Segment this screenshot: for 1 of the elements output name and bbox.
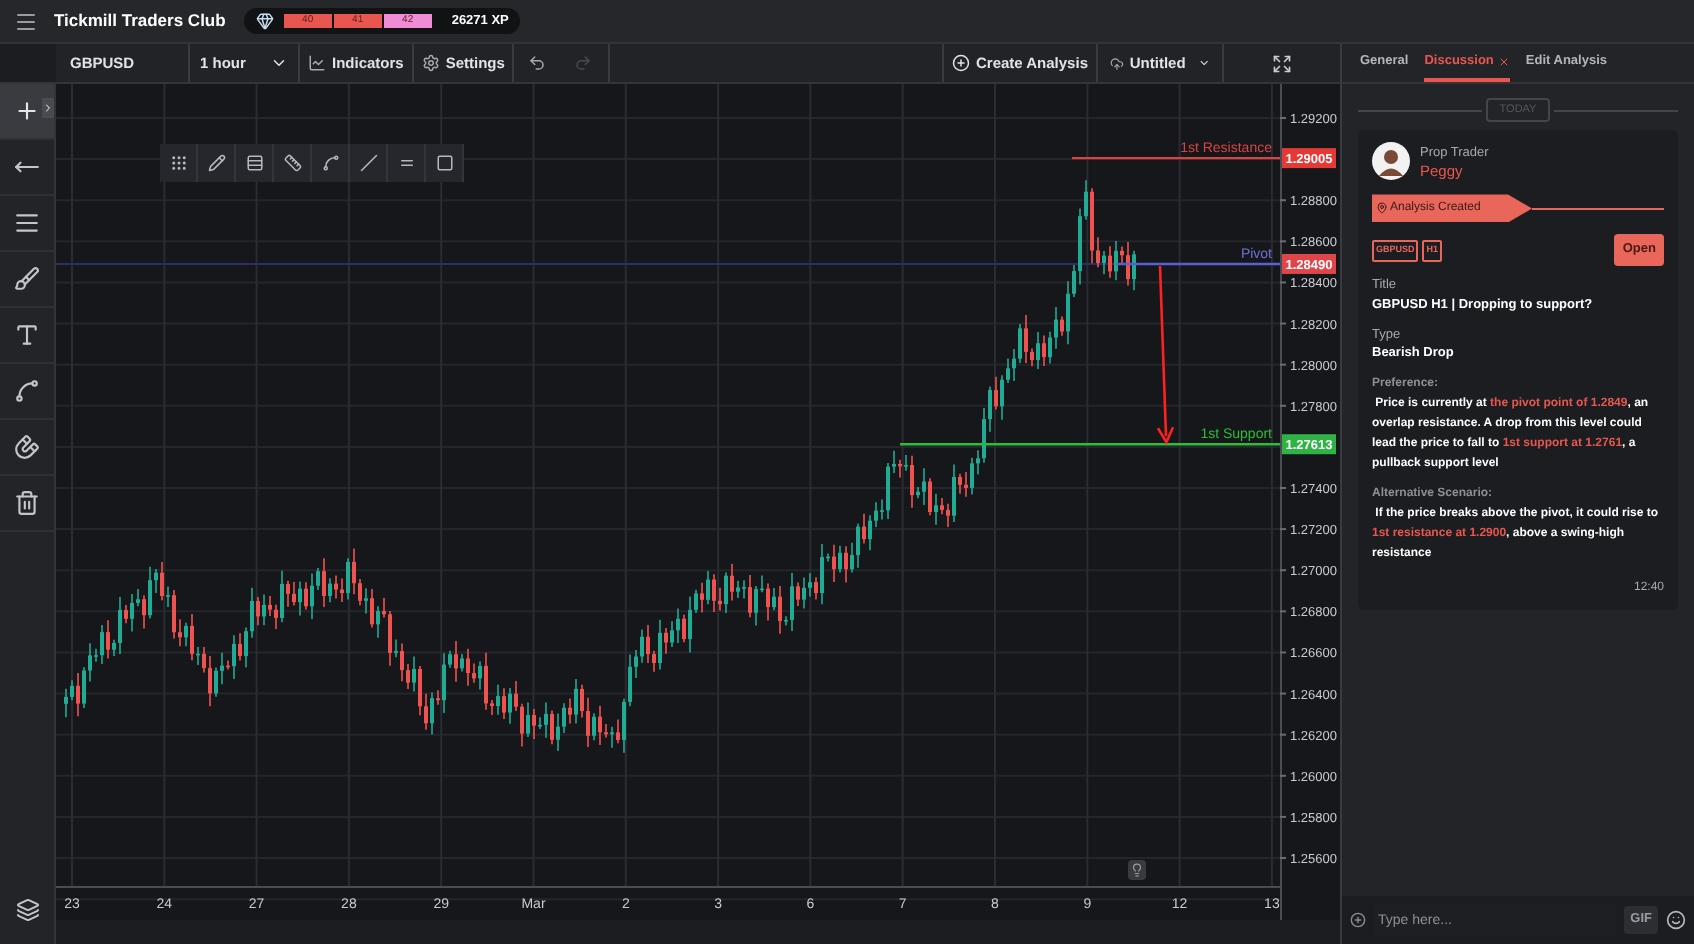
- app-title: Tickmill Traders Club: [54, 8, 226, 34]
